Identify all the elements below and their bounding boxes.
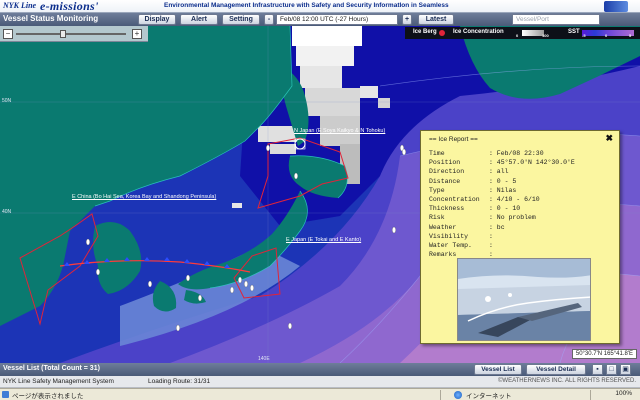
browser-status-bar: ページが表示されました インターネット 100% — [0, 388, 640, 400]
close-icon[interactable]: ✖ — [605, 134, 613, 143]
legend-sst-max: 5 — [629, 33, 632, 38]
weathernews-logo-icon — [604, 1, 628, 12]
ice-report-key: Concentration — [429, 195, 480, 203]
alert-button[interactable]: Alert — [180, 14, 218, 25]
ice-report-row: Concentration : 4/10 - 6/10 — [429, 196, 615, 205]
ice-report-row: Direction : all — [429, 168, 615, 177]
area-label-n-japan[interactable]: N Japan (E Soya Kaikyo & N Tohoku) — [294, 128, 385, 134]
zoom-out-icon[interactable]: − — [3, 29, 13, 39]
ice-report-value: : — [489, 232, 493, 240]
cursor-coordinate-readout: 50°30.7'N 165°41.8'E — [571, 349, 637, 359]
ice-report-value: : — [489, 241, 493, 249]
ice-report-key: Position — [429, 159, 461, 167]
ice-report-value: : 4/10 - 6/10 — [489, 195, 540, 203]
display-button[interactable]: Display — [138, 14, 176, 25]
ice-report-value: : bc — [489, 223, 505, 231]
setting-button[interactable]: Setting — [222, 14, 260, 25]
zoom-slider-track[interactable] — [16, 33, 126, 35]
ice-report-key: Weather — [429, 223, 457, 231]
legend-ice-min: 0 — [516, 33, 519, 38]
app-status-bar: NYK Line Safety Management System Loadin… — [0, 376, 640, 388]
browser-zoom-level[interactable]: 100% — [615, 390, 632, 397]
ice-report-key: Type — [429, 186, 445, 194]
ice-report-key: Water Temp. — [429, 241, 472, 249]
ice-report-row: Distance : 0 - 5 — [429, 178, 615, 187]
ice-report-row: Type : Nilas — [429, 187, 615, 196]
ice-report-row: Time : Feb/08 22:30 — [429, 150, 615, 159]
main-toolbar: Vessel Status Monitoring Display Alert S… — [0, 13, 640, 26]
ice-report-value: : Nilas — [489, 186, 517, 194]
header-banner: NYK Line e-missions' Environmental Manag… — [0, 0, 640, 13]
ice-berg-icon[interactable] — [232, 203, 242, 208]
system-name: NYK Line Safety Management System — [3, 378, 114, 385]
ice-report-row: Visibility: — [429, 233, 615, 242]
nyk-logo: NYK Line — [3, 1, 37, 10]
sst-scale — [582, 30, 634, 36]
minimize-icon[interactable]: ▪ — [592, 364, 603, 375]
ice-report-value: : all — [489, 168, 509, 176]
legend-sst-mid: 0 — [605, 33, 608, 38]
legend-ice-max: 100 — [542, 33, 549, 38]
ice-report-value: : 45°57.0'N 142°30.0'E — [489, 159, 575, 167]
latitude-label-40n: 40N — [2, 209, 12, 215]
vessel-detail-button[interactable]: Vessel Detail — [526, 364, 586, 375]
security-zone: インターネット — [466, 393, 512, 400]
area-label-e-japan[interactable]: E Japan (E Tokai and E Kanto) — [286, 237, 361, 243]
loading-status: Loading Route: 31/31 — [148, 378, 211, 385]
ice-report-table: Time : Feb/08 22:30 Position : 45°57.0'N 14… — [429, 150, 615, 260]
vessel-list-count[interactable]: Vessel List (Total Count = 31) — [3, 365, 100, 372]
zoom-slider-thumb[interactable] — [60, 30, 66, 38]
ice-report-row: Thickness : 0 - 10 — [429, 205, 615, 214]
ice-report-title: == Ice Report == — [429, 136, 478, 143]
ice-report-key: Direction — [429, 168, 465, 176]
area-label-e-china[interactable]: E China (Bo Hai Sea, Korea Bay and Shand… — [72, 194, 216, 200]
ice-report-key: Visibility — [429, 232, 469, 240]
ice-report-key: Distance — [429, 177, 461, 185]
banner-tagline: Environmental Management Infrastructure … — [164, 2, 449, 9]
map-legend: Ice Berg Ice Concentration 0 100 SST -5 … — [405, 27, 640, 39]
vessel-port-search-input[interactable]: Vessel/Port — [512, 14, 600, 25]
map-zoom-controls: − + — [0, 26, 148, 42]
ice-report-key: Thickness — [429, 205, 465, 213]
restore-icon[interactable]: □ — [606, 364, 617, 375]
time-display-field[interactable]: Feb/08 12:00 UTC (-27 Hours) — [276, 14, 398, 25]
vessel-list-button[interactable]: Vessel List — [474, 364, 522, 375]
globe-icon — [454, 391, 462, 399]
ice-berg-legend-icon — [439, 30, 445, 36]
ice-report-photo — [457, 258, 591, 341]
ice-report-value: : Feb/08 22:30 — [489, 150, 544, 157]
ice-report-key: Time — [429, 150, 445, 157]
copyright-notice: ©WEATHERNEWS INC. ALL RIGHTS RESERVED. — [498, 378, 636, 384]
page-load-status: ページが表示されました — [12, 393, 84, 400]
ice-report-value: : 0 - 5 — [489, 177, 517, 185]
ice-concentration-scale — [522, 30, 544, 36]
vessel-list-bar: Vessel List (Total Count = 31) Vessel Li… — [0, 363, 640, 376]
ice-report-value: : 0 - 10 — [489, 205, 521, 213]
legend-sst-min: -5 — [582, 33, 586, 38]
ice-report-row: Weather : bc — [429, 224, 615, 233]
zoom-in-icon[interactable]: + — [132, 29, 142, 39]
latitude-label-50n: 50N — [2, 98, 12, 104]
ice-report-value: : No problem — [489, 214, 536, 222]
legend-ice-concentration: Ice Concentration — [453, 29, 504, 35]
ice-report-row: Risk : No problem — [429, 214, 615, 223]
app-window: NYK Line e-missions' Environmental Manag… — [0, 0, 640, 400]
longitude-label-140e: 140E — [258, 356, 270, 362]
toolbar-title: Vessel Status Monitoring — [3, 14, 99, 23]
legend-sst: SST — [568, 29, 580, 35]
ice-report-key: Risk — [429, 214, 445, 222]
page-icon — [2, 391, 9, 398]
ice-report-popup: == Ice Report == ✖ Time : Feb/08 22:30 Pos… — [420, 130, 620, 344]
ice-report-row: Water Temp.: — [429, 242, 615, 251]
legend-ice-berg: Ice Berg — [413, 29, 437, 35]
time-next-button[interactable]: + — [402, 14, 412, 25]
time-prev-button[interactable]: - — [264, 14, 274, 25]
emissions-logo: e-missions' — [40, 0, 99, 13]
latest-button[interactable]: Latest — [418, 14, 454, 25]
maximize-icon[interactable]: ▣ — [620, 364, 631, 375]
ice-report-row: Position : 45°57.0'N 142°30.0'E — [429, 159, 615, 168]
